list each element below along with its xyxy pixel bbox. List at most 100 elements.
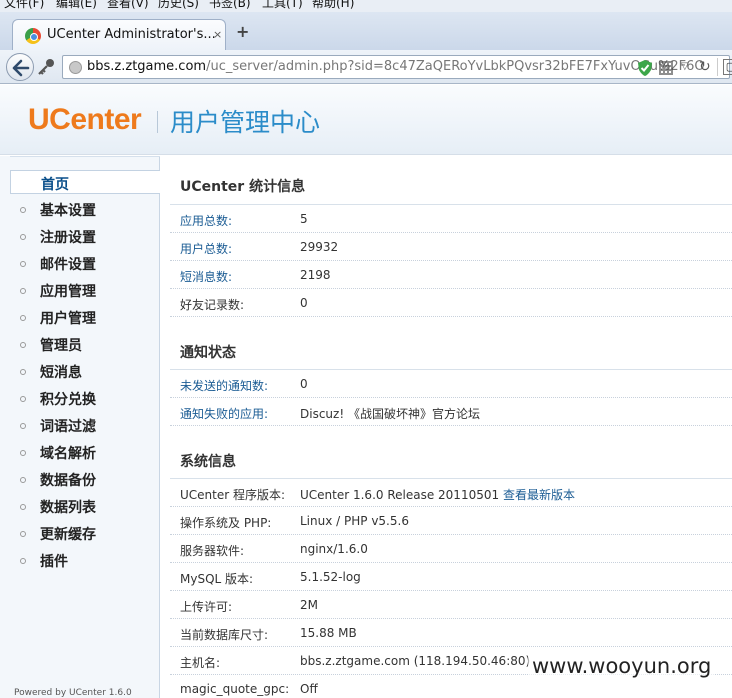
system-key: 当前数据库尺寸:: [180, 628, 269, 642]
key-icon[interactable]: [36, 58, 56, 76]
new-tab-button[interactable]: +: [236, 22, 249, 41]
sidebar-item-home[interactable]: 首页: [10, 170, 160, 194]
browser-tab[interactable]: UCenter Administrator's... ×: [12, 19, 226, 50]
back-button[interactable]: [6, 53, 34, 81]
dropdown-icon[interactable]: ▽: [681, 61, 689, 72]
system-key: 操作系统及 PHP:: [180, 516, 272, 530]
sidebar-item-label: 积分兑换: [40, 392, 96, 408]
shield-icon[interactable]: [637, 59, 653, 77]
system-value: nginx/1.6.0: [300, 542, 368, 556]
sidebar-item-label: 词语过滤: [40, 419, 96, 435]
globe-icon: [69, 61, 82, 74]
stat-value: 0: [300, 296, 308, 310]
bullet-icon: [20, 423, 26, 429]
bullet-icon: [20, 369, 26, 375]
menu-tools[interactable]: 工具(T): [262, 0, 303, 11]
stat-value: 29932: [300, 240, 339, 254]
main-content: UCenter 统计信息 应用总数: 5 用户总数: 29932 短消息数: 2198…: [170, 156, 732, 698]
system-value: 2M: [300, 598, 318, 612]
notify-key-link[interactable]: 未发送的通知数:: [180, 377, 268, 394]
system-value: Off: [300, 682, 318, 696]
stat-key-link[interactable]: 应用总数:: [180, 212, 232, 229]
url-bar[interactable]: bbs.z.ztgame.com/uc_server/admin.php?sid…: [62, 55, 732, 79]
stats-row: 应用总数: 5: [170, 205, 732, 233]
system-row: magic_quote_gpc: Off: [170, 675, 732, 698]
notify-value: Discuz! 《战国破坏神》官方论坛: [300, 407, 480, 421]
stat-value: 5: [300, 212, 308, 226]
stat-key-link[interactable]: 用户总数:: [180, 240, 232, 257]
powered-by: Powered by UCenter 1.6.0: [14, 688, 132, 698]
qr-code-icon[interactable]: [659, 61, 673, 75]
sidebar-item-label: 应用管理: [40, 284, 96, 300]
system-row: 上传许可: 2M: [170, 591, 732, 619]
tab-bar: UCenter Administrator's... × +: [0, 12, 732, 50]
bullet-icon: [20, 261, 26, 267]
watermark: www.wooyun.org: [528, 654, 716, 678]
sidebar-item-label: 管理员: [40, 338, 82, 354]
menu-bar: 文件(F) 编辑(E) 查看(V) 历史(S) 书签(B) 工具(T) 帮助(H…: [0, 0, 732, 12]
tab-title: UCenter Administrator's...: [47, 27, 216, 42]
sidebar-item-label: 基本设置: [40, 203, 96, 219]
url-text[interactable]: bbs.z.ztgame.com/uc_server/admin.php?sid…: [87, 59, 705, 74]
stats-row: 好友记录数: 0: [170, 289, 732, 317]
system-row: MySQL 版本: 5.1.52-log: [170, 563, 732, 591]
bullet-icon: [20, 288, 26, 294]
sidebar-item-label: 更新缓存: [40, 527, 96, 543]
stat-key-link[interactable]: 短消息数:: [180, 268, 232, 285]
system-key: 服务器软件:: [180, 544, 245, 558]
system-row: UCenter 程序版本: UCenter 1.6.0 Release 20110…: [170, 479, 732, 507]
bullet-icon: [20, 234, 26, 240]
system-row: 操作系统及 PHP: Linux / PHP v5.5.6: [170, 507, 732, 535]
bullet-icon: [20, 342, 26, 348]
bullet-icon: [20, 315, 26, 321]
menu-bookmarks[interactable]: 书签(B): [209, 0, 251, 11]
check-latest-version-link[interactable]: 查看最新版本: [503, 488, 575, 502]
sidebar-item-label: 用户管理: [40, 311, 96, 327]
system-key: MySQL 版本:: [180, 572, 254, 586]
system-key: magic_quote_gpc:: [180, 682, 290, 696]
system-key: 上传许可:: [180, 600, 233, 614]
menu-file[interactable]: 文件(F): [4, 0, 44, 11]
page-title: 用户管理中心: [170, 108, 321, 137]
bullet-icon: [20, 396, 26, 402]
menu-edit[interactable]: 编辑(E): [56, 0, 97, 11]
close-tab-icon[interactable]: ×: [213, 28, 222, 41]
notify-key-link[interactable]: 通知失败的应用:: [180, 405, 268, 422]
search-engine-icon[interactable]: ▢: [723, 59, 732, 75]
divider: [157, 111, 158, 133]
system-value: 5.1.52-log: [300, 570, 361, 584]
reload-icon[interactable]: ↻: [699, 59, 711, 75]
bullet-icon: [20, 558, 26, 564]
stat-key: 好友记录数:: [180, 298, 245, 312]
sidebar-item-label: 首页: [41, 177, 69, 193]
sidebar-item-label: 数据备份: [40, 473, 96, 489]
sidebar-item-label: 注册设置: [40, 230, 96, 246]
stat-value: 2198: [300, 268, 331, 282]
menu-history[interactable]: 历史(S): [158, 0, 199, 11]
sidebar-item-label: 邮件设置: [40, 257, 96, 273]
notify-row: 通知失败的应用: Discuz! 《战国破坏神》官方论坛: [170, 398, 732, 426]
menu-help[interactable]: 帮助(H): [312, 0, 354, 11]
system-key: UCenter 程序版本:: [180, 488, 286, 502]
sidebar-item-label: 域名解析: [40, 446, 96, 462]
sidebar: 首页 基本设置 注册设置 邮件设置 应用管理 用户管理 管理员 短消息 积分兑换…: [0, 156, 160, 698]
system-value: 15.88 MB: [300, 626, 357, 640]
sidebar-item-label: 短消息: [40, 365, 82, 381]
section-title-notify: 通知状态: [180, 345, 236, 361]
section-title-stats: UCenter 统计信息: [180, 179, 306, 195]
stats-row: 短消息数: 2198: [170, 261, 732, 289]
ucenter-logo[interactable]: UCenter: [28, 103, 142, 137]
navigation-bar: bbs.z.ztgame.com/uc_server/admin.php?sid…: [0, 50, 732, 84]
system-row: 当前数据库尺寸: 15.88 MB: [170, 619, 732, 647]
sidebar-item-label: 插件: [40, 554, 68, 570]
bullet-icon: [20, 504, 26, 510]
sidebar-item-label: 数据列表: [40, 500, 96, 516]
system-value: bbs.z.ztgame.com (118.194.50.46:80): [300, 654, 531, 668]
section-title-system: 系统信息: [180, 454, 236, 470]
bullet-icon: [20, 207, 26, 213]
system-row: 服务器软件: nginx/1.6.0: [170, 535, 732, 563]
menu-view[interactable]: 查看(V): [107, 0, 149, 11]
divider: [10, 156, 160, 164]
page-header: UCenter 用户管理中心: [0, 85, 732, 155]
stats-row: 用户总数: 29932: [170, 233, 732, 261]
